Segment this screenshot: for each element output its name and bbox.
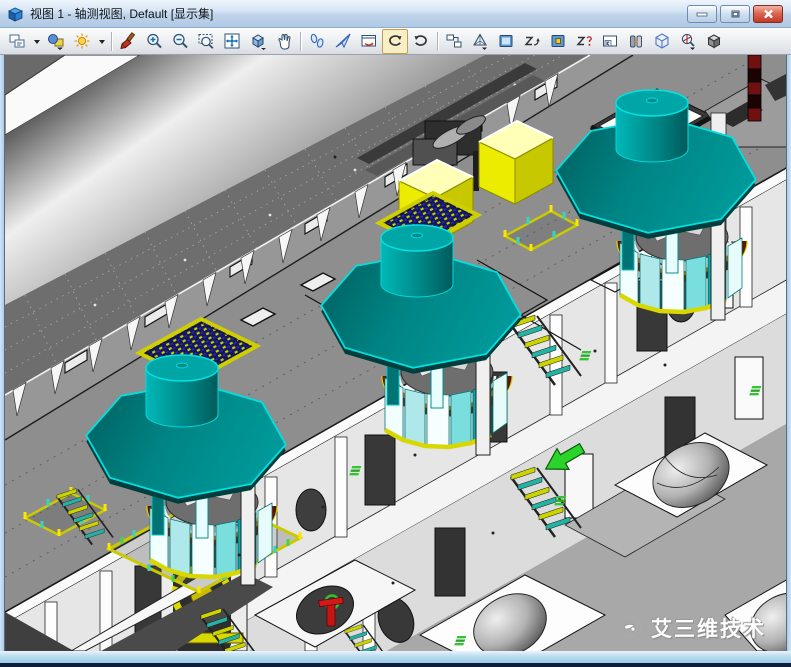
title-bar[interactable]: 视图 1 - 轴测视图, Default [显示集] bbox=[0, 0, 791, 28]
perspective-button[interactable] bbox=[467, 29, 493, 54]
window-frame-right bbox=[787, 55, 791, 651]
walk-button[interactable] bbox=[304, 29, 330, 54]
zoom-fit-button[interactable] bbox=[219, 29, 245, 54]
z-sort-button[interactable] bbox=[519, 29, 545, 54]
viewport-frame-button[interactable] bbox=[493, 29, 519, 54]
toolbar-separator bbox=[437, 32, 438, 51]
link-views-button[interactable] bbox=[441, 29, 467, 54]
3d-viewport[interactable]: 艾三维技术 bbox=[4, 55, 787, 651]
lighting-dropdown[interactable] bbox=[95, 29, 108, 54]
orbit-cw-button[interactable] bbox=[408, 29, 434, 54]
batteries-button[interactable] bbox=[623, 29, 649, 54]
display-sets-button[interactable] bbox=[4, 29, 30, 54]
orbit-cube-button[interactable] bbox=[245, 29, 271, 54]
close-button[interactable] bbox=[753, 5, 783, 23]
display-sets-dropdown[interactable] bbox=[30, 29, 43, 54]
swallow-logo-icon bbox=[615, 615, 645, 641]
zoom-out-button[interactable] bbox=[167, 29, 193, 54]
clip-window-button[interactable] bbox=[597, 29, 623, 54]
axis-tool-button[interactable] bbox=[675, 29, 701, 54]
minimize-button[interactable] bbox=[687, 5, 717, 23]
paint-button[interactable] bbox=[115, 29, 141, 54]
window-frame-bottom bbox=[0, 651, 791, 667]
wire-cube-button[interactable] bbox=[649, 29, 675, 54]
pan-button[interactable] bbox=[271, 29, 297, 54]
main-toolbar bbox=[0, 28, 791, 55]
watermark: 艾三维技术 bbox=[615, 613, 766, 643]
window-title: 视图 1 - 轴测视图, Default [显示集] bbox=[30, 5, 687, 22]
viewport-query-button[interactable] bbox=[545, 29, 571, 54]
window-frame-left bbox=[0, 55, 4, 651]
fly-button[interactable] bbox=[330, 29, 356, 54]
look-around-button[interactable] bbox=[356, 29, 382, 54]
striped-pipe bbox=[748, 55, 761, 121]
watermark-text: 艾三维技术 bbox=[651, 613, 766, 643]
3d-scene bbox=[5, 55, 787, 651]
app-window: 视图 1 - 轴测视图, Default [显示集] bbox=[0, 0, 791, 667]
toolbar-separator bbox=[111, 32, 112, 51]
render-style-button[interactable] bbox=[43, 29, 69, 54]
zoom-window-button[interactable] bbox=[193, 29, 219, 54]
restore-button[interactable] bbox=[720, 5, 750, 23]
lighting-button[interactable] bbox=[69, 29, 95, 54]
orbit-ccw-button[interactable] bbox=[382, 29, 408, 54]
view-cube-icon bbox=[7, 6, 24, 22]
toolbar-separator bbox=[300, 32, 301, 51]
shaded-cube-button[interactable] bbox=[701, 29, 727, 54]
z-query-button[interactable] bbox=[571, 29, 597, 54]
zoom-in-button[interactable] bbox=[141, 29, 167, 54]
